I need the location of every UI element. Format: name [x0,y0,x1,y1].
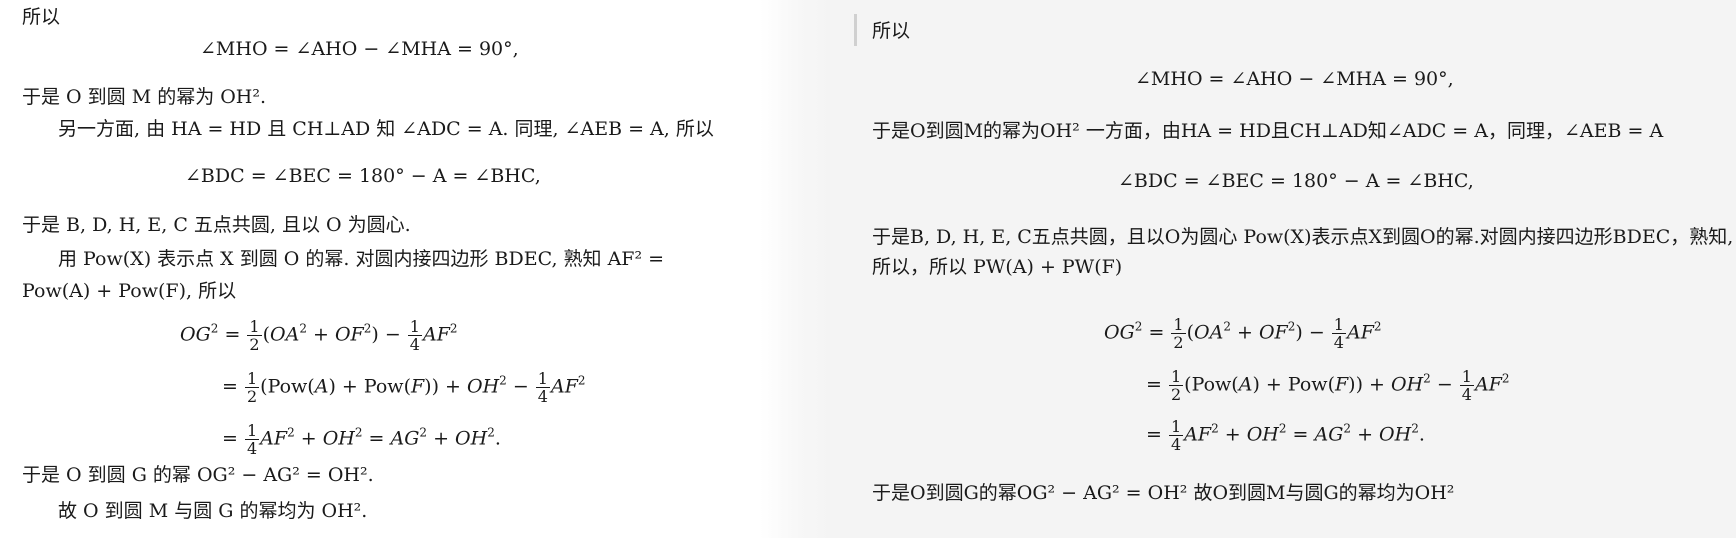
right-text-line-1: 所以 [872,20,911,42]
left-text-line-8: 故 O 到圆 M 与圆 G 的幂均为 OH². [58,500,368,522]
right-align-row-3: = 1 4 AF2 + OH2 = AG2 + OH2. [1146,417,1425,454]
right-equation-1: ∠MHO = ∠AHO − ∠MHA = 90°, [1135,68,1454,90]
right-equation-2: ∠BDC = ∠BEC = 180° − A = ∠BHC, [1118,170,1474,192]
right-text-line-3: 于是B, D, H, E, C五点共圆，且以O为圆心 Pow(X)表示点X到圆O… [872,226,1734,248]
left-text-line-3: 另一方面, 由 HA = HD 且 CH⊥AD 知 ∠ADC = A. 同理, … [58,118,714,140]
left-text-line-7: 于是 O 到圆 G 的幂 OG² − AG² = OH². [22,464,374,486]
left-equation-1: ∠MHO = ∠AHO − ∠MHA = 90°, [200,38,519,60]
blockquote-bar [854,14,857,46]
panel-divider [760,0,832,538]
left-align-row-2: = 1 2 (Pow(A) + Pow(F)) + OH2 − 1 4 AF2 [222,369,586,406]
right-text-line-2: 于是O到圆M的幂为OH² 一方面，由HA = HD且CH⊥AD知∠ADC = A… [872,120,1664,142]
right-text-line-4: 所以，所以 PW(A) + PW(F) [872,256,1123,278]
right-align-row-1: OG2 = 1 2 (OA2 + OF2) − 1 4 AF2 [1104,315,1382,352]
left-align-row-3: = 1 4 AF2 + OH2 = AG2 + OH2. [222,421,501,458]
left-text-line-6: Pow(A) + Pow(F), 所以 [22,280,237,302]
right-text-line-5: 于是O到圆G的幂OG² − AG² = OH² 故O到圆M与圆G的幂均为OH² [872,482,1455,504]
left-text-line-5: 用 Pow(X) 表示点 X 到圆 O 的幂. 对圆内接四边形 BDEC, 熟知… [58,248,665,270]
left-text-line-1: 所以 [22,6,61,28]
right-align-row-2: = 1 2 (Pow(A) + Pow(F)) + OH2 − 1 4 AF2 [1146,367,1510,404]
left-align-row-1: OG2 = 1 2 (OA2 + OF2) − 1 4 AF2 [180,317,458,354]
left-text-line-2: 于是 O 到圆 M 的幂为 OH². [22,86,267,108]
left-text-line-4: 于是 B, D, H, E, C 五点共圆, 且以 O 为圆心. [22,214,411,236]
left-equation-2: ∠BDC = ∠BEC = 180° − A = ∠BHC, [185,165,541,187]
